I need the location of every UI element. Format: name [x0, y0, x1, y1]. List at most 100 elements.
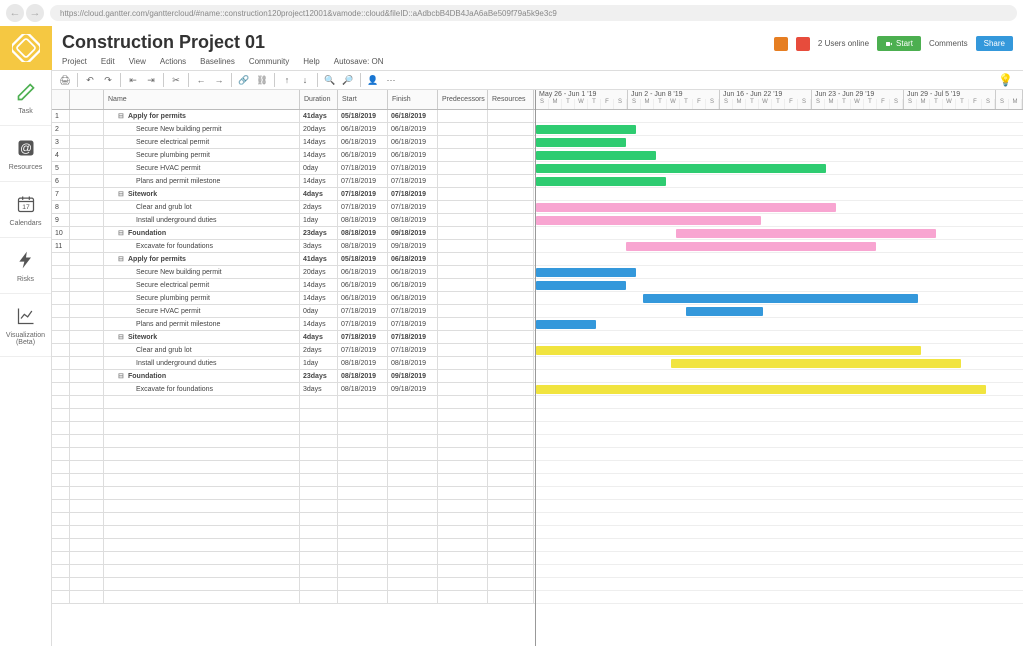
- menu-baselines[interactable]: Baselines: [200, 57, 235, 66]
- cut-button[interactable]: ✂: [167, 72, 185, 88]
- gantt-bar[interactable]: [536, 385, 986, 394]
- gantt-bar[interactable]: [536, 203, 836, 212]
- task-row[interactable]: Secure HVAC permit0day07/18/201907/18/20…: [52, 305, 535, 318]
- user-avatar-1[interactable]: [774, 37, 788, 51]
- zoom-in-button[interactable]: 🔍: [321, 72, 339, 88]
- empty-row[interactable]: [52, 448, 535, 461]
- task-row[interactable]: 2Secure New building permit20days06/18/2…: [52, 123, 535, 136]
- empty-row[interactable]: [52, 513, 535, 526]
- cell-name[interactable]: Secure plumbing permit: [104, 292, 300, 304]
- cell-start[interactable]: 07/18/2019: [338, 344, 388, 356]
- empty-row[interactable]: [52, 435, 535, 448]
- cell-duration[interactable]: 20days: [300, 123, 338, 135]
- gantt-row[interactable]: [536, 188, 1023, 201]
- task-row[interactable]: 10⊟Foundation23days08/18/201909/18/2019: [52, 227, 535, 240]
- cell-duration[interactable]: 1day: [300, 214, 338, 226]
- cell-name[interactable]: Plans and permit milestone: [104, 175, 300, 187]
- cell-pred[interactable]: [438, 331, 488, 343]
- cell-name[interactable]: Excavate for foundations: [104, 383, 300, 395]
- gantt-bar[interactable]: [536, 320, 596, 329]
- cell-start[interactable]: 05/18/2019: [338, 253, 388, 265]
- gantt-bar[interactable]: [643, 294, 918, 303]
- cell-pred[interactable]: [438, 305, 488, 317]
- gantt-row[interactable]: [536, 383, 1023, 396]
- cell-res[interactable]: [488, 110, 534, 122]
- gantt-row[interactable]: [536, 136, 1023, 149]
- empty-row[interactable]: [52, 474, 535, 487]
- gantt-row[interactable]: [536, 266, 1023, 279]
- cell-pred[interactable]: [438, 266, 488, 278]
- cell-res[interactable]: [488, 266, 534, 278]
- cell-res[interactable]: [488, 188, 534, 200]
- cell-finish[interactable]: 09/18/2019: [388, 370, 438, 382]
- cell-finish[interactable]: 06/18/2019: [388, 292, 438, 304]
- task-row[interactable]: 7⊟Sitework4days07/18/201907/18/2019: [52, 188, 535, 201]
- move-up-button[interactable]: ↑: [278, 72, 296, 88]
- cell-name[interactable]: ⊟Apply for permits: [104, 253, 300, 265]
- cell-pred[interactable]: [438, 123, 488, 135]
- cell-start[interactable]: 07/18/2019: [338, 201, 388, 213]
- cell-finish[interactable]: 09/18/2019: [388, 240, 438, 252]
- cell-start[interactable]: 06/18/2019: [338, 292, 388, 304]
- cell-start[interactable]: 06/18/2019: [338, 123, 388, 135]
- user-avatar-2[interactable]: [796, 37, 810, 51]
- task-row[interactable]: Secure New building permit20days06/18/20…: [52, 266, 535, 279]
- col-duration-header[interactable]: Duration: [300, 90, 338, 109]
- cell-finish[interactable]: 06/18/2019: [388, 279, 438, 291]
- gantt-row[interactable]: [536, 318, 1023, 331]
- cell-finish[interactable]: 08/18/2019: [388, 357, 438, 369]
- cell-duration[interactable]: 14days: [300, 279, 338, 291]
- cell-start[interactable]: 08/18/2019: [338, 214, 388, 226]
- col-start-header[interactable]: Start: [338, 90, 388, 109]
- more-button[interactable]: ⋯: [382, 72, 400, 88]
- cell-name[interactable]: ⊟Foundation: [104, 227, 300, 239]
- cell-name[interactable]: Excavate for foundations: [104, 240, 300, 252]
- bulb-icon[interactable]: 💡: [998, 73, 1013, 87]
- cell-duration[interactable]: 14days: [300, 318, 338, 330]
- cell-name[interactable]: Secure New building permit: [104, 266, 300, 278]
- cell-pred[interactable]: [438, 344, 488, 356]
- link-button[interactable]: 🔗: [235, 72, 253, 88]
- cell-name[interactable]: Install underground duties: [104, 357, 300, 369]
- cell-pred[interactable]: [438, 253, 488, 265]
- col-finish-header[interactable]: Finish: [388, 90, 438, 109]
- cell-start[interactable]: 07/18/2019: [338, 162, 388, 174]
- cell-finish[interactable]: 09/18/2019: [388, 227, 438, 239]
- arrow-right-button[interactable]: →: [210, 72, 228, 88]
- cell-name[interactable]: Secure HVAC permit: [104, 305, 300, 317]
- cell-start[interactable]: 07/18/2019: [338, 188, 388, 200]
- gantt-bar[interactable]: [536, 281, 626, 290]
- gantt-row[interactable]: [536, 253, 1023, 266]
- gantt-row[interactable]: [536, 240, 1023, 253]
- empty-row[interactable]: [52, 396, 535, 409]
- cell-start[interactable]: 07/18/2019: [338, 331, 388, 343]
- empty-row[interactable]: [52, 578, 535, 591]
- gantt-row[interactable]: [536, 292, 1023, 305]
- cell-duration[interactable]: 41days: [300, 253, 338, 265]
- cell-name[interactable]: Clear and grub lot: [104, 201, 300, 213]
- cell-res[interactable]: [488, 227, 534, 239]
- cell-res[interactable]: [488, 136, 534, 148]
- cell-duration[interactable]: 4days: [300, 331, 338, 343]
- gantt-bar[interactable]: [626, 242, 876, 251]
- menu-community[interactable]: Community: [249, 57, 289, 66]
- empty-row[interactable]: [52, 539, 535, 552]
- cell-res[interactable]: [488, 344, 534, 356]
- empty-row[interactable]: [52, 461, 535, 474]
- zoom-out-button[interactable]: 🔎: [339, 72, 357, 88]
- cell-res[interactable]: [488, 253, 534, 265]
- task-row[interactable]: 3Secure electrical permit14days06/18/201…: [52, 136, 535, 149]
- cell-start[interactable]: 06/18/2019: [338, 266, 388, 278]
- cell-res[interactable]: [488, 331, 534, 343]
- cell-pred[interactable]: [438, 357, 488, 369]
- cell-start[interactable]: 08/18/2019: [338, 370, 388, 382]
- cell-duration[interactable]: 23days: [300, 227, 338, 239]
- cell-name[interactable]: ⊟Foundation: [104, 370, 300, 382]
- cell-name[interactable]: Secure New building permit: [104, 123, 300, 135]
- cell-start[interactable]: 06/18/2019: [338, 279, 388, 291]
- cell-duration[interactable]: 23days: [300, 370, 338, 382]
- rail-task[interactable]: Task: [0, 70, 51, 126]
- task-row[interactable]: Secure electrical permit14days06/18/2019…: [52, 279, 535, 292]
- cell-res[interactable]: [488, 240, 534, 252]
- move-down-button[interactable]: ↓: [296, 72, 314, 88]
